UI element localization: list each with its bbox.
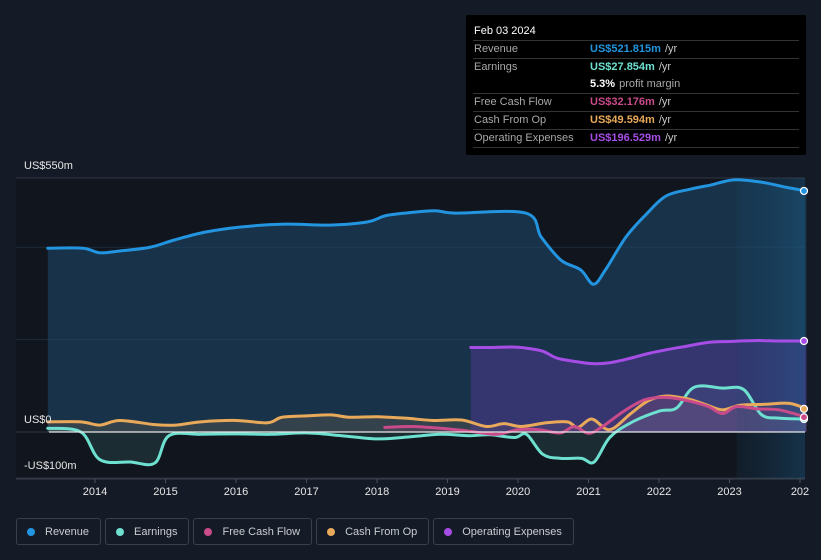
tooltip-unit: /yr xyxy=(664,132,678,144)
x-tick-label: 2018 xyxy=(365,486,389,498)
tooltip-unit: /yr xyxy=(658,96,672,108)
tooltip-label: Earnings xyxy=(474,61,518,73)
x-tick-label: 2019 xyxy=(435,486,459,498)
x-tick-label: 2017 xyxy=(294,486,318,498)
legend-dot-icon xyxy=(204,527,213,536)
legend-label: Free Cash Flow xyxy=(222,525,301,538)
tooltip-row-free-cash-flow: Free Cash Flow US$32.176m /yr xyxy=(473,94,799,112)
legend-label: Revenue xyxy=(45,525,90,538)
y-tick-label-top: US$550m xyxy=(24,160,73,172)
legend-label: Cash From Op xyxy=(345,525,418,538)
tooltip-date: Feb 03 2024 xyxy=(473,23,799,41)
legend: Revenue Earnings Free Cash Flow Cash Fro… xyxy=(16,518,574,545)
tooltip-value: US$32.176m xyxy=(590,96,655,108)
x-tick-label: 202 xyxy=(791,486,809,498)
legend-item-revenue[interactable]: Revenue xyxy=(16,518,102,545)
tooltip-label: Operating Expenses xyxy=(474,132,574,144)
tooltip-label: Revenue xyxy=(474,43,519,55)
endpoint-revenue xyxy=(799,186,809,196)
tooltip-unit: profit margin xyxy=(619,78,681,90)
tooltip-unit: /yr xyxy=(664,43,678,55)
x-tick-label: 2020 xyxy=(506,486,530,498)
legend-dot-icon xyxy=(116,527,125,536)
tooltip-row-operating-expenses: Operating Expenses US$196.529m /yr xyxy=(473,130,799,148)
legend-item-cash-from-op[interactable]: Cash From Op xyxy=(316,518,430,545)
endpoint-operating-expenses xyxy=(799,336,809,346)
x-tick-label: 2023 xyxy=(717,486,741,498)
legend-dot-icon xyxy=(444,527,453,536)
legend-dot-icon xyxy=(27,527,35,536)
legend-label: Operating Expenses xyxy=(462,525,562,538)
tooltip-row-cash-from-op: Cash From Op US$49.594m /yr xyxy=(473,112,799,130)
legend-label: Earnings xyxy=(134,525,178,538)
legend-item-operating-expenses[interactable]: Operating Expenses xyxy=(433,518,574,545)
tooltip-label: Free Cash Flow xyxy=(474,96,552,108)
tooltip-row-revenue: Revenue US$521.815m /yr xyxy=(473,41,799,59)
tooltip-row-profit-margin: 5.3% profit margin xyxy=(473,76,799,94)
tooltip-value: US$196.529m xyxy=(590,132,661,144)
x-tick-label: 2021 xyxy=(576,486,600,498)
y-tick-label-zero: US$0 xyxy=(24,414,52,426)
tooltip-row-earnings: Earnings US$27.854m /yr xyxy=(473,59,799,76)
tooltip-label: Cash From Op xyxy=(474,114,547,126)
legend-dot-icon xyxy=(327,527,336,536)
tooltip-unit: /yr xyxy=(658,114,672,126)
tooltip-value: US$49.594m xyxy=(590,114,655,126)
tooltip: Feb 03 2024 Revenue US$521.815m /yr Earn… xyxy=(466,15,806,155)
tooltip-value: US$27.854m xyxy=(590,61,655,73)
tooltip-value: 5.3% xyxy=(590,78,616,90)
legend-item-earnings[interactable]: Earnings xyxy=(105,518,190,545)
forecast-region xyxy=(736,178,805,479)
tooltip-unit: /yr xyxy=(658,61,672,73)
x-tick-label: 2014 xyxy=(83,486,107,498)
endpoint-free-cash-flow xyxy=(799,413,809,422)
x-tick-label: 2022 xyxy=(647,486,671,498)
x-tick-label: 2016 xyxy=(224,486,248,498)
tooltip-label xyxy=(473,76,590,93)
legend-item-free-cash-flow[interactable]: Free Cash Flow xyxy=(193,518,313,545)
x-tick-label: 2015 xyxy=(153,486,177,498)
endpoint-cash-from-op xyxy=(799,404,809,414)
tooltip-value: US$521.815m xyxy=(590,43,661,55)
y-tick-label-bottom: -US$100m xyxy=(24,460,77,472)
